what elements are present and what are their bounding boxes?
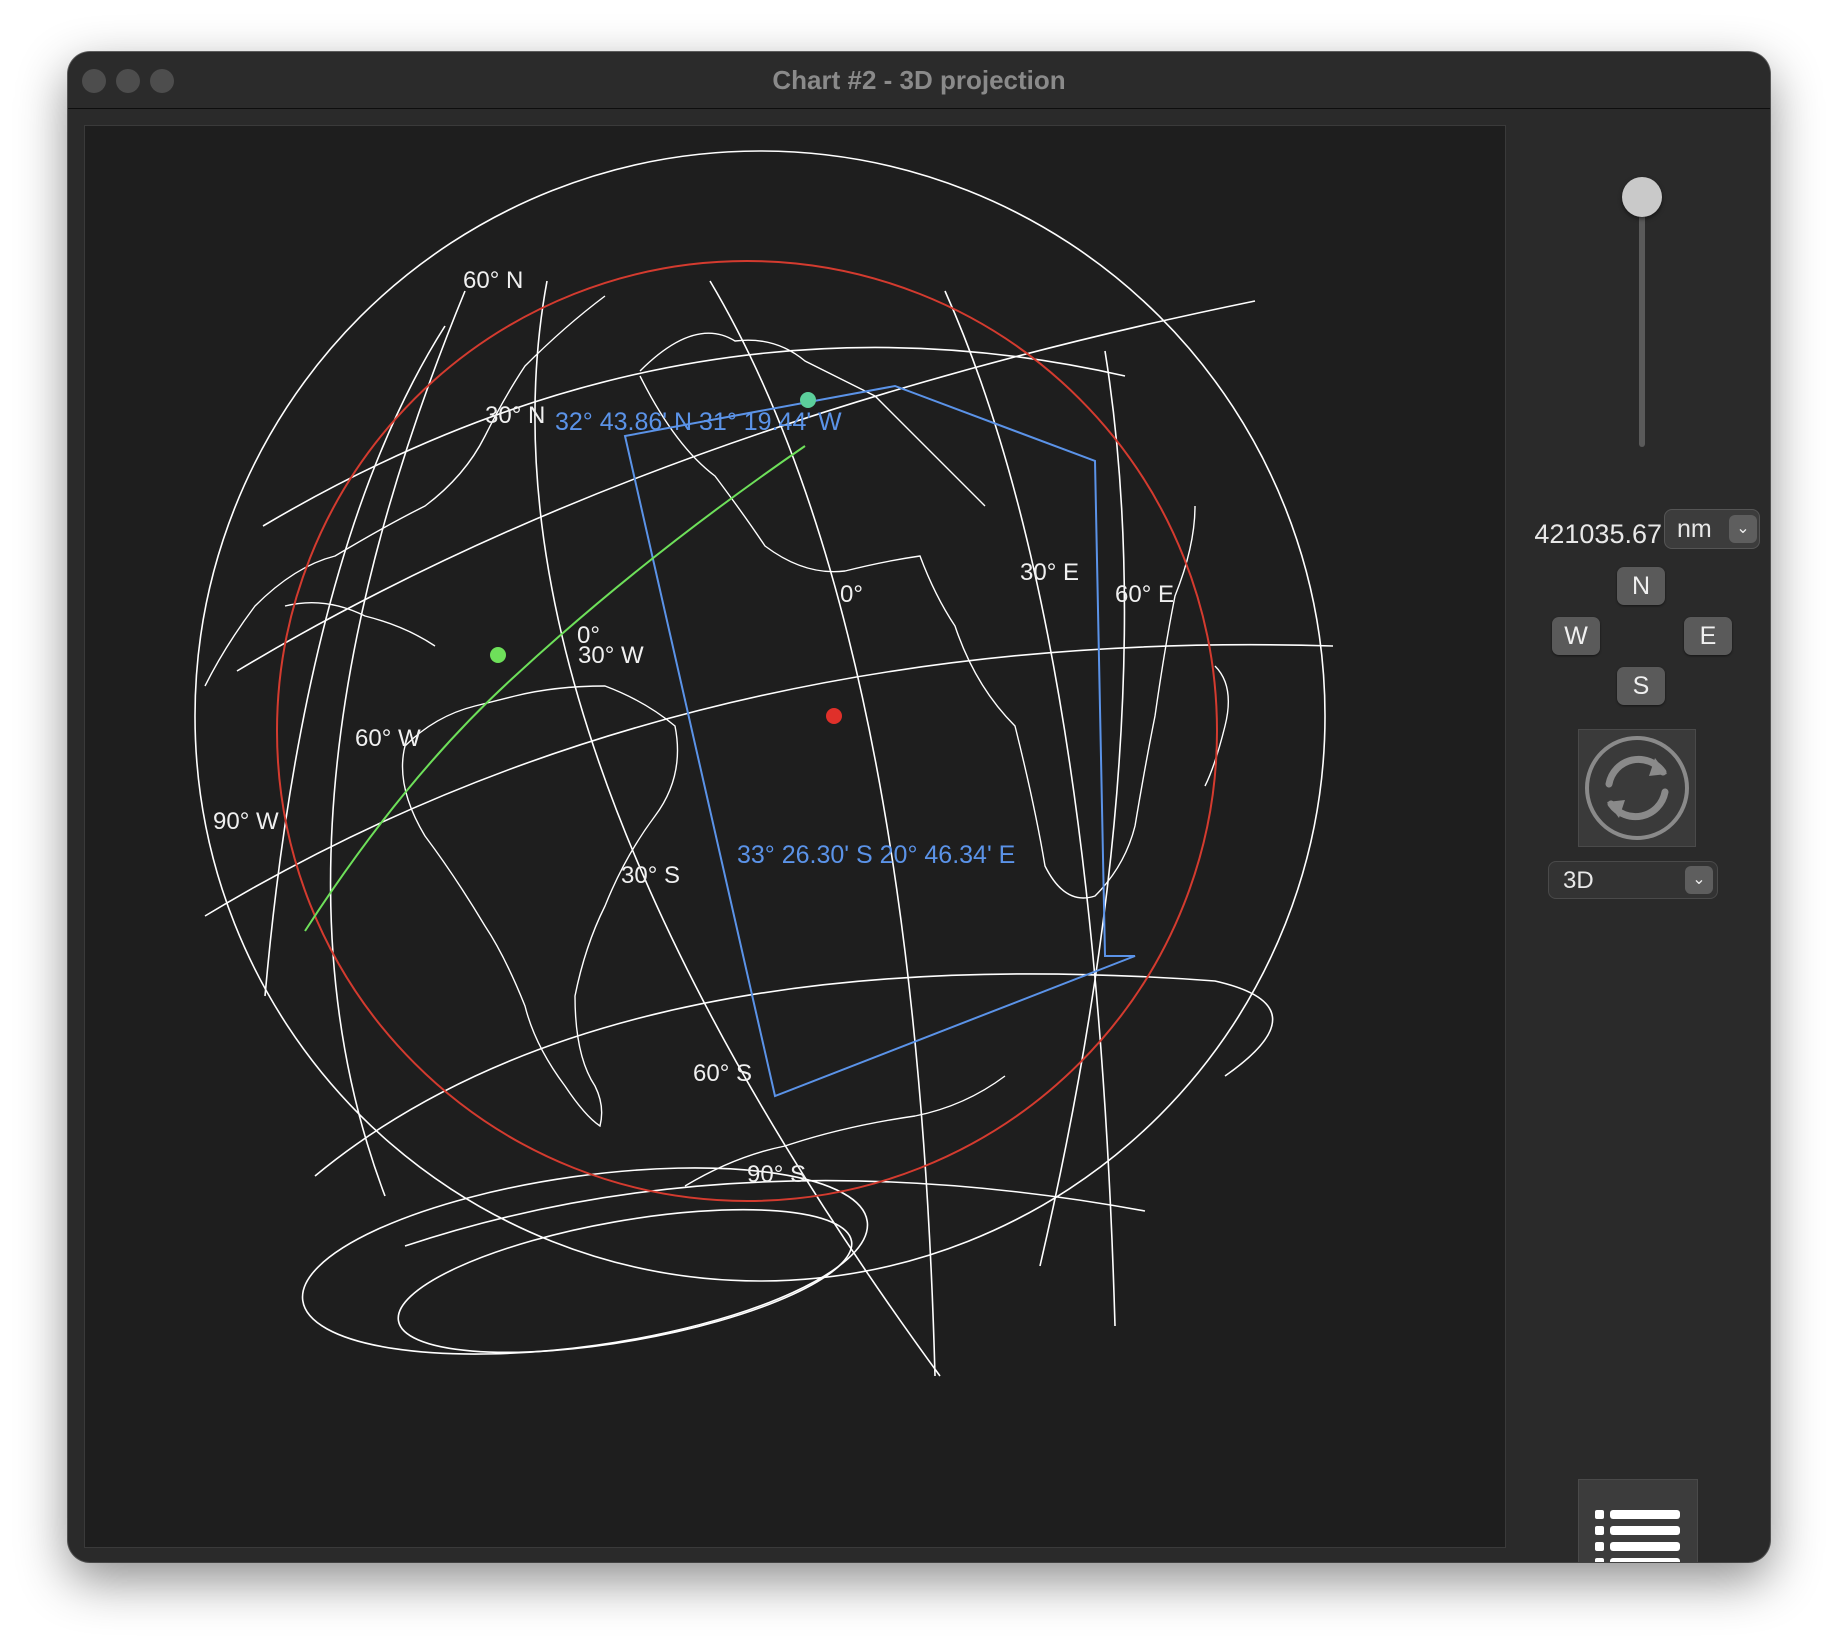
chevron-down-icon: ⌄ <box>1729 515 1757 543</box>
label-lat-30s: 30° S <box>621 862 680 889</box>
unit-select[interactable]: nm ⌄ <box>1664 509 1760 549</box>
rotate-button[interactable] <box>1578 729 1696 847</box>
route-start-marker[interactable] <box>490 647 506 663</box>
projection-mode-value: 3D <box>1563 867 1594 894</box>
label-lat-60s: 60° S <box>693 1060 752 1087</box>
globe-canvas[interactable]: 60° N 30° N 0° 30° S 60° S 90° S 90° W 6… <box>84 125 1506 1548</box>
route-end-marker[interactable] <box>800 392 816 408</box>
box-corner-se-label: 33° 26.30' S 20° 46.34' E <box>737 841 1015 869</box>
label-lon-60w: 60° W <box>355 725 421 752</box>
chart-window: Chart #2 - 3D projection 60° N 30° N 0° … <box>68 52 1770 1562</box>
meridian-60e <box>1039 350 1126 1267</box>
meridian-90w <box>264 325 446 997</box>
meridian-30e <box>944 290 1116 1327</box>
center-point-marker[interactable] <box>826 708 842 724</box>
parallel-30n <box>236 300 1256 672</box>
meridian-0 <box>709 280 936 1377</box>
zoom-slider-knob[interactable] <box>1622 177 1662 217</box>
list-button[interactable] <box>1578 1479 1698 1562</box>
label-lat-30n: 30° N <box>485 402 545 429</box>
coast-south-america <box>401 685 679 1128</box>
list-icon <box>1595 1510 1680 1562</box>
zoom-slider-track[interactable] <box>1639 189 1645 447</box>
label-lon-30e: 30° E <box>1020 559 1079 586</box>
parallel-75s-ellipse <box>397 1208 853 1354</box>
coast-africa <box>639 375 1196 899</box>
selection-box[interactable] <box>623 384 1136 1098</box>
meridian-30w <box>534 280 941 1377</box>
chevron-down-icon: ⌄ <box>1685 866 1713 894</box>
label-lon-60e: 60° E <box>1115 581 1174 608</box>
label-lon-90w: 90° W <box>213 808 279 835</box>
parallel-0 <box>204 643 1334 917</box>
pan-south-button[interactable]: S <box>1617 667 1665 705</box>
label-lon-0: 0° <box>840 581 863 608</box>
label-lat-60n: 60° N <box>463 267 523 294</box>
coast-north-america <box>204 295 606 687</box>
pan-north-button[interactable]: N <box>1617 567 1665 605</box>
parallel-60n <box>262 346 1126 527</box>
label-lat-90s: 90° S <box>747 1161 806 1188</box>
title-bar: Chart #2 - 3D projection <box>68 52 1770 109</box>
pan-west-button[interactable]: W <box>1552 617 1600 655</box>
box-corner-nw-label: 32° 43.86' N 31° 19.44' W <box>555 408 842 436</box>
label-lon-30w: 30° W <box>578 642 644 669</box>
pan-east-button[interactable]: E <box>1684 617 1732 655</box>
projection-mode-select[interactable]: 3D ⌄ <box>1548 861 1718 899</box>
rotate-icon <box>1585 736 1689 840</box>
parallel-60s-arc <box>404 1179 1146 1247</box>
globe-svg[interactable]: 60° N 30° N 0° 30° S 60° S 90° S 90° W 6… <box>85 126 1505 1547</box>
window-title: Chart #2 - 3D projection <box>772 65 1066 95</box>
control-sidebar: 421035.67 nm ⌄ N W E S 3D ⌄ <box>1512 109 1770 1562</box>
unit-select-value: nm <box>1677 515 1712 543</box>
distance-value: 421035.67 <box>1534 519 1662 549</box>
